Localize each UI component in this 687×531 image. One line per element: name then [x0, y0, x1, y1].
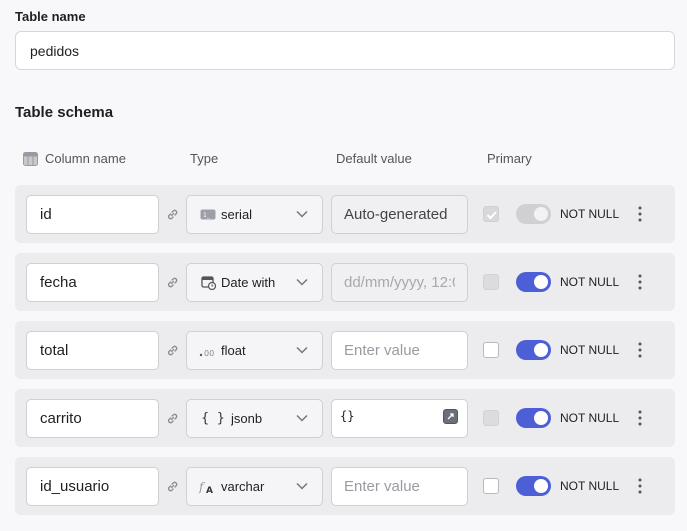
not-null-label: NOT NULL [560, 275, 620, 289]
not-null-label: NOT NULL [560, 411, 620, 425]
primary-checkbox[interactable] [483, 478, 499, 494]
type-label: serial [221, 207, 253, 222]
type-header: Type [190, 151, 219, 166]
svg-text:A: A [206, 486, 213, 495]
column-name-input[interactable] [26, 467, 159, 506]
column-row-fecha: Date with NOT NULL [15, 253, 675, 311]
not-null-label: NOT NULL [560, 479, 620, 493]
check-icon [486, 211, 497, 220]
chevron-down-icon [296, 210, 308, 218]
column-name-input[interactable] [26, 399, 159, 438]
not-null-label: NOT NULL [560, 207, 620, 221]
link-icon[interactable] [166, 412, 179, 425]
not-null-toggle [516, 204, 551, 224]
type-select[interactable]: fA varchar [186, 467, 323, 506]
more-options-icon[interactable] [635, 273, 645, 291]
link-icon[interactable] [166, 344, 179, 357]
default-value-json-editor[interactable]: {} [331, 399, 468, 438]
more-options-icon[interactable] [635, 205, 645, 223]
not-null-toggle[interactable] [516, 340, 551, 360]
column-name-header: Column name [23, 151, 126, 166]
primary-checkbox [483, 274, 499, 290]
link-icon[interactable] [166, 480, 179, 493]
not-null-toggle[interactable] [516, 272, 551, 292]
column-row-id: 1_ serial NOT NULL [15, 185, 675, 243]
type-select[interactable]: { } jsonb [186, 399, 323, 438]
more-options-icon[interactable] [635, 477, 645, 495]
default-value-input [331, 263, 468, 302]
column-name-input[interactable] [26, 195, 159, 234]
calendar-clock-icon [199, 275, 217, 291]
link-icon[interactable] [166, 276, 179, 289]
svg-text:1_: 1_ [203, 212, 211, 219]
serial-icon: 1_ [199, 207, 217, 223]
default-value-input[interactable] [331, 331, 468, 370]
type-label: varchar [221, 479, 265, 494]
chevron-down-icon [296, 414, 308, 422]
braces-icon: { } [201, 411, 225, 426]
table-name-input[interactable] [15, 31, 675, 70]
column-row-carrito: { } jsonb {} NOT NULL [15, 389, 675, 447]
column-name-input[interactable] [26, 331, 159, 370]
type-select[interactable]: 00 float [186, 331, 323, 370]
type-label: Date with [221, 275, 276, 290]
svg-text:f: f [199, 480, 206, 494]
table-icon [23, 151, 38, 166]
not-null-toggle[interactable] [516, 476, 551, 496]
primary-checkbox [483, 206, 499, 222]
svg-text:00: 00 [204, 349, 214, 357]
not-null-label: NOT NULL [560, 343, 620, 357]
chevron-down-icon [296, 278, 308, 286]
default-value-input[interactable] [331, 467, 468, 506]
chevron-down-icon [296, 346, 308, 354]
column-row-id-usuario: fA varchar NOT NULL [15, 457, 675, 515]
column-row-total: 00 float NOT NULL [15, 321, 675, 379]
type-label: float [221, 343, 246, 358]
link-icon[interactable] [166, 208, 179, 221]
type-select[interactable]: Date with [186, 263, 323, 302]
decimal-icon: 00 [199, 343, 217, 359]
chevron-down-icon [296, 482, 308, 490]
not-null-toggle[interactable] [516, 408, 551, 428]
more-options-icon[interactable] [635, 409, 645, 427]
primary-checkbox[interactable] [483, 342, 499, 358]
expand-editor-icon[interactable] [443, 409, 458, 424]
column-name-input[interactable] [26, 263, 159, 302]
table-name-label: Table name [15, 9, 86, 24]
default-value-input [331, 195, 468, 234]
default-value-text: {} [340, 409, 355, 423]
table-schema-title: Table schema [15, 104, 114, 121]
primary-header: Primary [487, 151, 532, 166]
text-icon: fA [199, 479, 217, 495]
primary-checkbox [483, 410, 499, 426]
more-options-icon[interactable] [635, 341, 645, 359]
column-name-header-label: Column name [45, 151, 126, 166]
default-value-header: Default value [336, 151, 412, 166]
type-label: jsonb [231, 411, 263, 426]
type-select[interactable]: 1_ serial [186, 195, 323, 234]
